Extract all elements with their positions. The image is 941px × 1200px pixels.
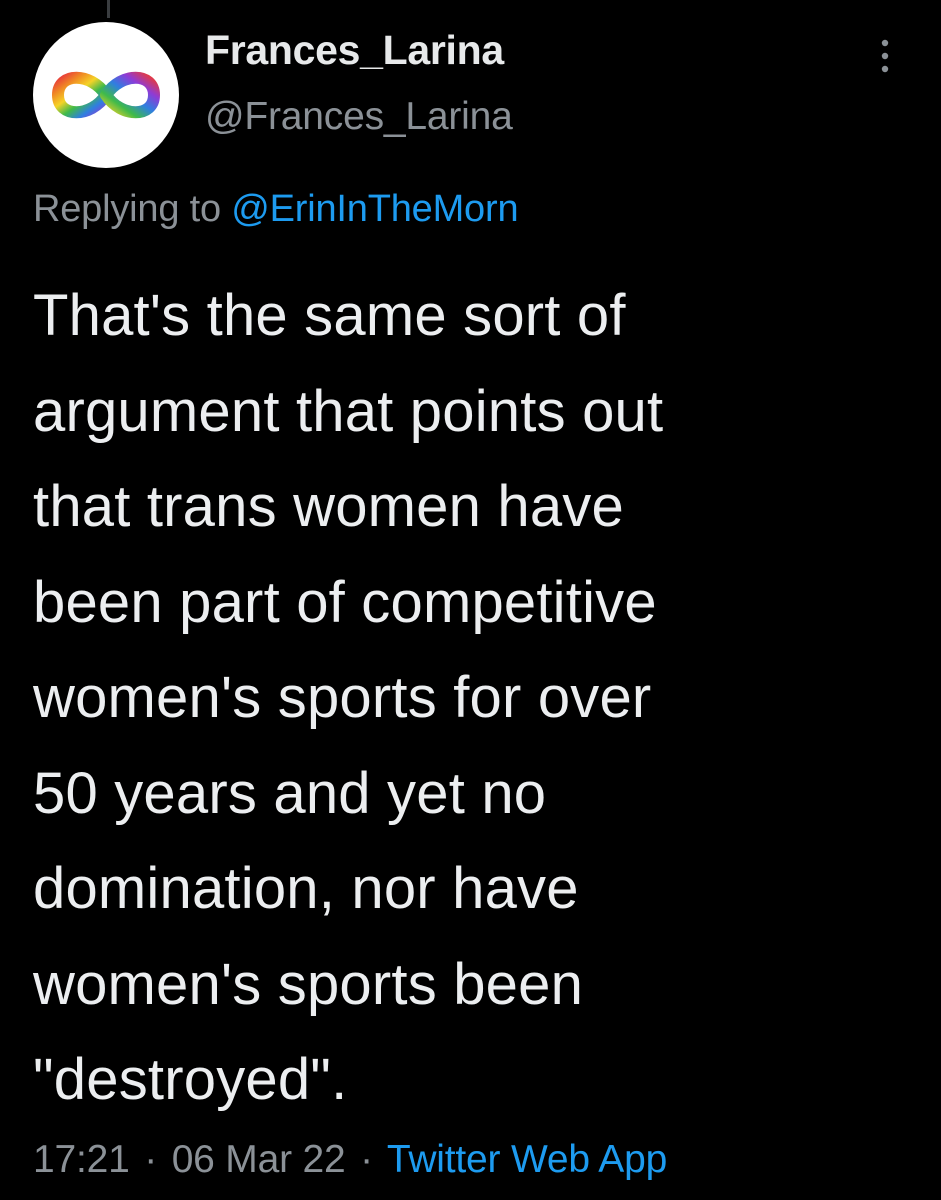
avatar[interactable] [33, 22, 179, 168]
tweet-time[interactable]: 17:21 [33, 1138, 130, 1181]
replying-to-mention-link[interactable]: @ErinInTheMorn [231, 188, 518, 230]
vertical-ellipsis-icon [881, 39, 889, 73]
user-handle[interactable]: @Frances_Larina [205, 95, 513, 139]
more-options-button[interactable] [870, 36, 900, 76]
tweet-body-text: That's the same sort of argument that po… [33, 283, 664, 1112]
tweet-date[interactable]: 06 Mar 22 [172, 1138, 346, 1181]
replying-to-line: Replying to @ErinInTheMorn [33, 188, 519, 231]
replying-to-label: Replying to [33, 188, 221, 230]
metadata-separator: · [360, 1138, 373, 1181]
display-name[interactable]: Frances_Larina [205, 27, 504, 74]
rainbow-infinity-icon [51, 71, 161, 119]
tweet-metadata: 17:21 · 06 Mar 22 · Twitter Web App [33, 1138, 667, 1182]
metadata-separator: · [144, 1138, 158, 1181]
tweet-source-link[interactable]: Twitter Web App [387, 1138, 667, 1181]
thread-connector-line [107, 0, 110, 18]
